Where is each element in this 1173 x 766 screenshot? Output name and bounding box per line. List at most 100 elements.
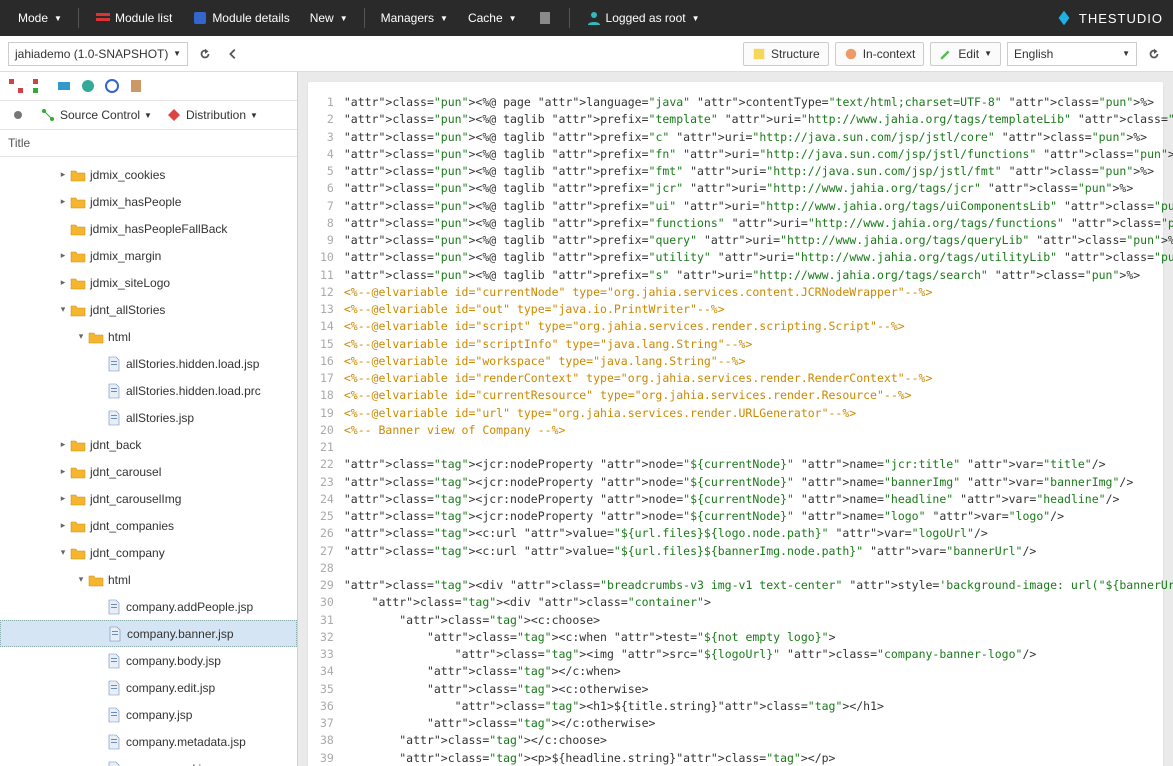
tree-label: jdmix_cookies xyxy=(90,168,165,182)
file-icon xyxy=(107,626,123,642)
tree-file[interactable]: company.metadata.jsp xyxy=(0,728,297,755)
tree-folder[interactable]: ▾html xyxy=(0,323,297,350)
tree-label: allStories.jsp xyxy=(126,411,194,425)
refresh-lang-button[interactable] xyxy=(1143,43,1165,65)
tree-folder[interactable]: ▾jdnt_allStories xyxy=(0,296,297,323)
folder-icon xyxy=(70,464,86,480)
expand-icon[interactable]: ▸ xyxy=(56,520,70,531)
tree-folder[interactable]: ▸jdmix_hasPeople xyxy=(0,188,297,215)
tree-label: company.jsp xyxy=(126,708,192,722)
tree-label: company.edit.jsp xyxy=(126,681,215,695)
folder-icon xyxy=(88,329,104,345)
line-gutter: 1 2 3 4 5 6 7 8 9 10 11 12 13 14 15 16 1… xyxy=(320,94,344,766)
tree-folder[interactable]: ▸ jdmix_siteLogo xyxy=(0,269,297,296)
editor-card: 1 2 3 4 5 6 7 8 9 10 11 12 13 14 15 16 1… xyxy=(308,82,1163,766)
new-menu[interactable]: New▼ xyxy=(302,7,356,29)
tree-folder[interactable]: ▸jdnt_companies xyxy=(0,512,297,539)
tree-folder[interactable]: ▸jdnt_carousel xyxy=(0,458,297,485)
tree-folder[interactable]: jdmix_hasPeopleFallBack xyxy=(0,215,297,242)
user-icon xyxy=(586,10,602,26)
tool-6[interactable] xyxy=(126,76,146,96)
tree-file[interactable]: company.addPeople.jsp xyxy=(0,593,297,620)
expand-icon[interactable]: ▾ xyxy=(74,574,88,585)
mode-menu[interactable]: Mode▼ xyxy=(10,7,70,29)
expand-icon[interactable]: ▸ xyxy=(56,466,70,477)
expand-icon[interactable]: ▸ xyxy=(56,250,70,261)
tree-file[interactable]: company.owl.jsp xyxy=(0,755,297,766)
tool-3[interactable] xyxy=(54,76,74,96)
managers-menu[interactable]: Managers▼ xyxy=(373,7,456,29)
tree-label: company.metadata.jsp xyxy=(126,735,246,749)
tool-5[interactable] xyxy=(102,76,122,96)
tree-icon xyxy=(8,78,24,94)
tree-folder[interactable]: ▾ html xyxy=(0,566,297,593)
module-list-button[interactable]: Module list xyxy=(87,6,180,30)
tree-label: jdmix_siteLogo xyxy=(90,276,170,290)
expand-icon[interactable]: ▸ xyxy=(56,439,70,450)
incontext-button[interactable]: In-context xyxy=(835,42,925,66)
tree-folder[interactable]: ▸jdmix_margin xyxy=(0,242,297,269)
folder-icon xyxy=(70,437,86,453)
target-icon xyxy=(104,78,120,94)
file-icon xyxy=(106,383,122,399)
folder-icon xyxy=(70,545,86,561)
tree-label: html xyxy=(108,573,131,587)
distribution-icon xyxy=(166,107,182,123)
source-control-menu[interactable]: Source Control▼ xyxy=(36,105,156,125)
tool-1[interactable] xyxy=(6,76,26,96)
logged-as-menu[interactable]: Logged as root▼ xyxy=(578,6,708,30)
expand-icon[interactable]: ▸ xyxy=(56,196,70,207)
edit-icon xyxy=(939,47,953,61)
tool-4[interactable] xyxy=(78,76,98,96)
module-details-button[interactable]: Module details xyxy=(184,6,297,30)
tree-folder[interactable]: ▸ jdmix_cookies xyxy=(0,161,297,188)
file-tree[interactable]: ▸ jdmix_cookies ▸jdmix_hasPeople jdmix_hasP… xyxy=(0,157,297,766)
tree-label: jdnt_back xyxy=(90,438,141,452)
code-editor[interactable]: 1 2 3 4 5 6 7 8 9 10 11 12 13 14 15 16 1… xyxy=(320,94,1151,766)
folder-icon xyxy=(70,491,86,507)
collapse-button[interactable] xyxy=(222,43,244,65)
tree-label: jdmix_hasPeopleFallBack xyxy=(90,222,227,236)
edit-button[interactable]: Edit▼ xyxy=(930,42,1001,66)
editor-area: 1 2 3 4 5 6 7 8 9 10 11 12 13 14 15 16 1… xyxy=(298,72,1173,766)
project-combo[interactable]: jahiademo (1.0-SNAPSHOT) ▼ xyxy=(8,42,188,66)
folder-icon xyxy=(70,167,86,183)
language-combo[interactable]: English ▼ xyxy=(1007,42,1137,66)
file-icon xyxy=(106,761,122,766)
refresh-icon xyxy=(1147,47,1161,61)
folder-icon xyxy=(70,518,86,534)
file-icon xyxy=(106,680,122,696)
tree-folder[interactable]: ▸ jdnt_back xyxy=(0,431,297,458)
topbar: Mode▼ Module list Module details New▼ Ma… xyxy=(0,0,1173,36)
box-icon xyxy=(56,78,72,94)
refresh-button[interactable] xyxy=(194,43,216,65)
clipboard-icon xyxy=(537,10,553,26)
tree-file[interactable]: company.edit.jsp xyxy=(0,674,297,701)
settings-button[interactable] xyxy=(6,105,30,125)
expand-icon[interactable]: ▾ xyxy=(56,304,70,315)
tool-2[interactable] xyxy=(30,76,50,96)
tree-file[interactable]: allStories.hidden.load.prc xyxy=(0,377,297,404)
tree-header: Title xyxy=(0,130,297,157)
cache-menu[interactable]: Cache▼ xyxy=(460,7,525,29)
logo: THESTUDIO xyxy=(1055,9,1163,27)
tree-file[interactable]: company.body.jsp xyxy=(0,647,297,674)
distribution-menu[interactable]: Distribution▼ xyxy=(162,105,262,125)
folder-icon xyxy=(70,275,86,291)
structure-button[interactable]: Structure xyxy=(743,42,829,66)
tree-folder[interactable]: ▸jdnt_carouselImg xyxy=(0,485,297,512)
doc-icon xyxy=(128,78,144,94)
tree-file[interactable]: company.jsp xyxy=(0,701,297,728)
tree-folder[interactable]: ▾jdnt_company xyxy=(0,539,297,566)
expand-icon[interactable]: ▸ xyxy=(56,277,70,288)
tree-file[interactable]: company.banner.jsp xyxy=(0,620,297,647)
expand-icon[interactable]: ▾ xyxy=(74,331,88,342)
tree-file[interactable]: allStories.jsp xyxy=(0,404,297,431)
expand-icon[interactable]: ▸ xyxy=(56,169,70,180)
topbar-icon-button[interactable] xyxy=(529,6,561,30)
folder-icon xyxy=(70,248,86,264)
expand-icon[interactable]: ▾ xyxy=(56,547,70,558)
code-content[interactable]: "attr">class="pun"><%@ page "attr">langu… xyxy=(344,94,1173,766)
tree-file[interactable]: allStories.hidden.load.jsp xyxy=(0,350,297,377)
expand-icon[interactable]: ▸ xyxy=(56,493,70,504)
